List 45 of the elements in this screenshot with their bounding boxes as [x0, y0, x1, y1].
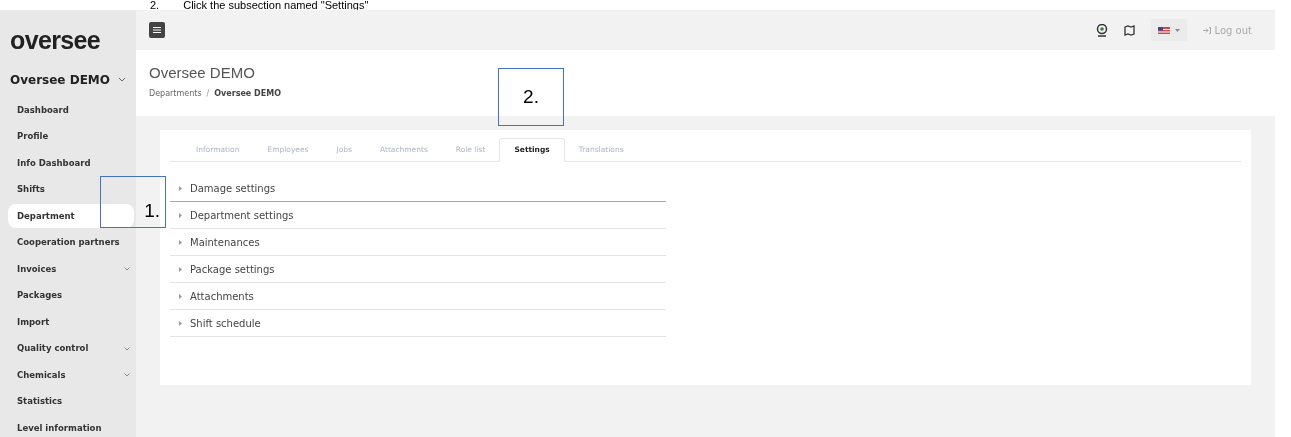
caption-number: 2. [150, 0, 160, 10]
caret-icon [178, 320, 182, 326]
callout-box: 2. [498, 68, 564, 126]
caret-icon [178, 185, 182, 191]
sidebar-item[interactable]: Import [8, 310, 134, 335]
sidebar-item[interactable]: Packages [8, 283, 134, 308]
sidebar-item[interactable]: Quality control [8, 336, 134, 361]
callout-box: 1. [100, 176, 166, 228]
breadcrumb-current: Oversee DEMO [214, 87, 281, 100]
accordion-section[interactable]: Damage settings [170, 175, 666, 202]
sidebar-item[interactable]: Department [8, 204, 134, 229]
logout-icon [1202, 26, 1211, 34]
sidebar-item[interactable]: Profile [8, 124, 134, 149]
logo: oversee [10, 28, 102, 53]
accordion-section[interactable]: Shift schedule [170, 310, 666, 337]
breadcrumb-link[interactable]: Departments [149, 87, 202, 100]
caret-icon [178, 239, 182, 245]
sidebar-item[interactable]: Chemicals [8, 363, 134, 388]
accordion-section[interactable]: Package settings [170, 256, 666, 283]
caret-icon [178, 212, 182, 218]
map-icon[interactable] [1123, 24, 1135, 36]
caret-icon [1174, 28, 1180, 32]
accordion-section[interactable]: Maintenances [170, 229, 666, 256]
page-title: Oversee DEMO [149, 63, 256, 83]
menu-button[interactable] [149, 22, 165, 38]
badge-icon[interactable] [1095, 23, 1108, 37]
accordion-section[interactable]: Attachments [170, 283, 666, 310]
sidebar-item[interactable]: Cooperation partners [8, 230, 134, 255]
chevron-icon [124, 373, 130, 378]
menu-icon [153, 27, 161, 33]
chevron-icon [118, 77, 126, 83]
caret-icon [178, 266, 182, 272]
chevron-icon [124, 267, 130, 272]
language-dropdown[interactable] [1150, 19, 1187, 41]
sidebar-item[interactable]: Level information [8, 416, 134, 437]
sidebar-item[interactable]: Info Dashboard [8, 151, 134, 176]
accordion-section[interactable]: Department settings [170, 202, 666, 229]
chevron-icon [124, 346, 130, 351]
company-name[interactable]: Oversee DEMO [10, 71, 110, 89]
breadcrumb-separator: / [206, 87, 210, 100]
sidebar-item[interactable]: Dashboard [8, 98, 134, 123]
sidebar-item[interactable]: Invoices [8, 257, 134, 282]
flag-icon [1157, 26, 1170, 34]
caret-icon [178, 293, 182, 299]
sidebar-item[interactable]: Statistics [8, 389, 134, 414]
